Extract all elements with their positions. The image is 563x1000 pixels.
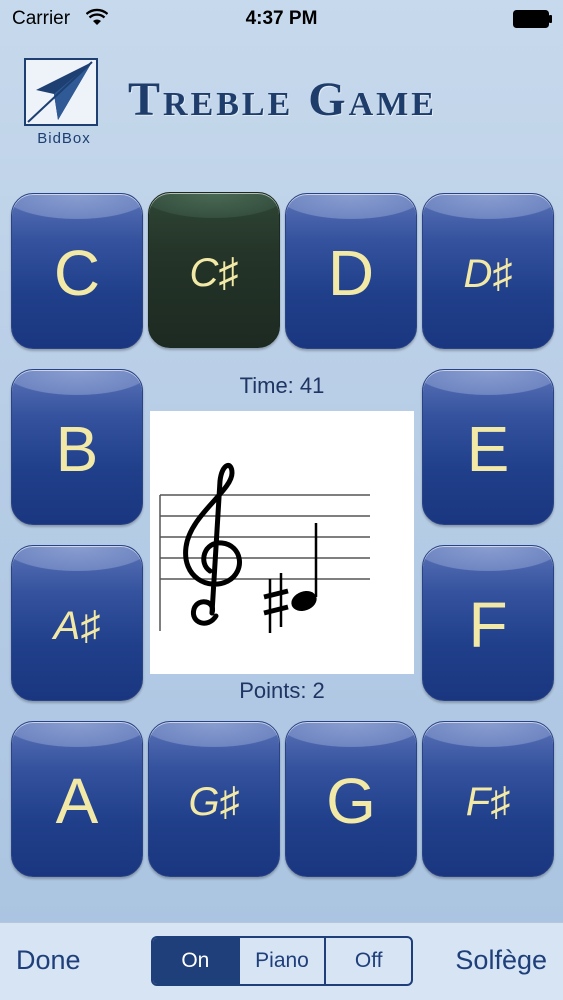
note-label: B bbox=[55, 413, 99, 485]
note-label: A bbox=[55, 765, 99, 837]
segment-piano[interactable]: Piano bbox=[240, 938, 327, 984]
note-label: G bbox=[326, 765, 376, 837]
segment-off[interactable]: Off bbox=[326, 938, 411, 984]
battery-icon bbox=[513, 10, 552, 28]
staff-panel bbox=[150, 411, 414, 674]
note-label: F bbox=[468, 589, 508, 661]
arrow-icon bbox=[27, 61, 93, 123]
note-button-g[interactable]: G bbox=[285, 721, 417, 877]
time-label: Time: 41 bbox=[239, 373, 325, 398]
sound-mode-segmented-control: On Piano Off bbox=[151, 936, 413, 986]
solfege-button[interactable]: Solfège bbox=[455, 945, 547, 976]
status-time: 4:37 PM bbox=[245, 8, 318, 29]
bidbox-logo: BidBox bbox=[24, 58, 104, 150]
note-label: D♯ bbox=[463, 252, 513, 296]
sharp-accidental-icon bbox=[263, 573, 289, 633]
note-button-a-sharp[interactable]: A♯ bbox=[11, 545, 143, 701]
logo-text: BidBox bbox=[37, 130, 91, 147]
music-staff bbox=[159, 463, 370, 633]
bottom-toolbar: Done On Piano Off Solfège bbox=[0, 922, 563, 1000]
note-button-f[interactable]: F bbox=[422, 545, 554, 701]
treble-clef-icon bbox=[183, 463, 242, 626]
note-label: C♯ bbox=[189, 251, 239, 295]
note-label: G♯ bbox=[188, 780, 240, 824]
note-label: F♯ bbox=[465, 780, 511, 824]
note-button-f-sharp[interactable]: F♯ bbox=[422, 721, 554, 877]
app-title: Treble Game bbox=[128, 73, 437, 126]
logo-emblem bbox=[24, 58, 98, 126]
note-label: C bbox=[53, 237, 101, 309]
segment-on[interactable]: On bbox=[153, 938, 240, 984]
note-button-g-sharp[interactable]: G♯ bbox=[148, 721, 280, 877]
note-button-c-sharp[interactable]: C♯ bbox=[148, 192, 280, 348]
note-label: A♯ bbox=[53, 604, 101, 648]
note-label: D bbox=[327, 237, 375, 309]
note-button-d[interactable]: D bbox=[285, 193, 417, 349]
note-button-c[interactable]: C bbox=[11, 193, 143, 349]
note-button-e[interactable]: E bbox=[422, 369, 554, 525]
note-button-b[interactable]: B bbox=[11, 369, 143, 525]
done-button[interactable]: Done bbox=[16, 945, 81, 976]
note-button-a[interactable]: A bbox=[11, 721, 143, 877]
note-button-d-sharp[interactable]: D♯ bbox=[422, 193, 554, 349]
status-bar: Carrier 4:37 PM bbox=[0, 0, 563, 38]
points-label: Points: 2 bbox=[239, 678, 325, 703]
note-label: E bbox=[466, 413, 510, 485]
